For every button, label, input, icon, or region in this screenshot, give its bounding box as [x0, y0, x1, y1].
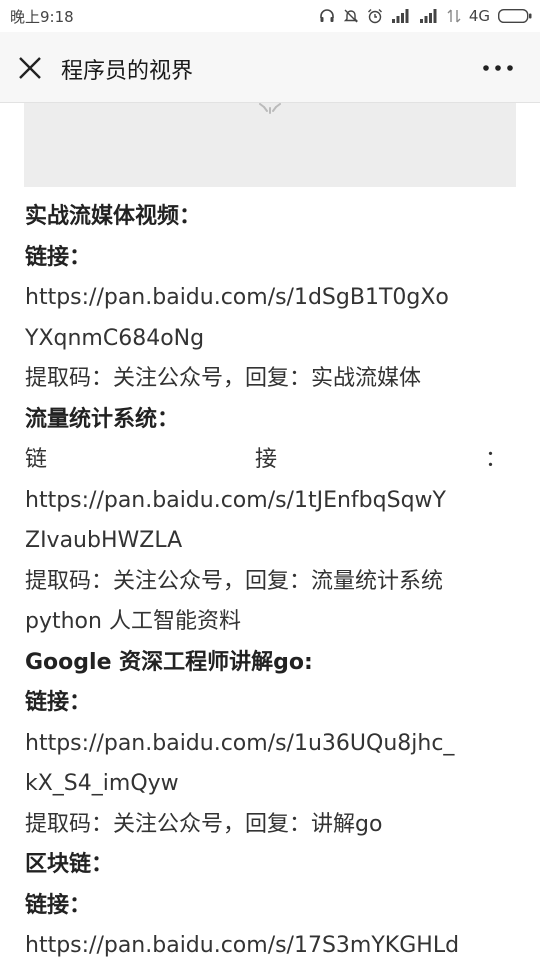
article-content[interactable]: 实战流媒体视频： 链接： https://pan.baidu.com/s/1dS… [0, 103, 540, 960]
alarm-icon [367, 9, 382, 24]
close-button[interactable] [16, 54, 44, 82]
section-heading: Google 资深工程师讲解go: [25, 649, 313, 675]
link-url-cont[interactable]: kX_S4_imQyw [25, 764, 507, 805]
network-type: 4G [468, 7, 490, 25]
status-time: 晚上9:18 [10, 8, 74, 26]
link-url[interactable]: https://pan.baidu.com/s/1tJEnfbqSqwY [25, 481, 507, 522]
status-icons: 4G [319, 5, 532, 27]
extract-code: 提取码：关注公众号，回复：流量统计系统 [25, 568, 444, 594]
wifi-off-icon [447, 9, 461, 23]
link-label-spaced: 链 接 ： [25, 440, 507, 481]
link-label-char: ： [484, 447, 507, 472]
nav-bar: 程序员的视界 [0, 32, 540, 103]
extract-code: 提取码：关注公众号，回复：实战流媒体 [25, 366, 422, 391]
link-url-cont[interactable]: ZIvaubHWZLA [25, 521, 507, 562]
status-bar: 晚上9:18 4G [0, 0, 540, 32]
image-placeholder [24, 103, 516, 187]
link-label-char: 接 [254, 447, 277, 472]
section-heading: 流量统计系统： [25, 406, 180, 432]
mute-bell-icon [343, 9, 359, 23]
headphones-icon [320, 9, 334, 22]
signal-icon [391, 9, 409, 23]
extract-code: 提取码：关注公众号，回复：讲解go [25, 811, 383, 837]
signal-icon [419, 9, 437, 23]
more-button[interactable] [480, 56, 516, 80]
link-label: 链接： [25, 244, 92, 270]
link-label: 链接： [25, 892, 92, 918]
more-icon [483, 65, 513, 71]
section-heading: 实战流媒体视频： [25, 204, 202, 229]
article-body: 实战流媒体视频： 链接： https://pan.baidu.com/s/1dS… [25, 197, 507, 960]
battery-icon [498, 9, 532, 23]
link-url[interactable]: https://pan.baidu.com/s/1u36UQu8jhc_ [25, 724, 507, 765]
close-icon [19, 57, 41, 79]
page-title: 程序员的视界 [61, 59, 194, 84]
link-url[interactable]: https://pan.baidu.com/s/1dSgB1T0gXo [25, 278, 507, 319]
loading-spinner-icon [259, 103, 281, 114]
link-label-char: 链 [25, 447, 48, 472]
link-label: 链接： [25, 690, 92, 715]
paragraph-text: python 人工智能资料 [25, 609, 241, 634]
section-heading: 区块链： [25, 852, 114, 877]
link-url[interactable]: https://pan.baidu.com/s/17S3mYKGHLd [25, 926, 507, 960]
link-url-cont[interactable]: YXqnmC684oNg [25, 319, 507, 360]
